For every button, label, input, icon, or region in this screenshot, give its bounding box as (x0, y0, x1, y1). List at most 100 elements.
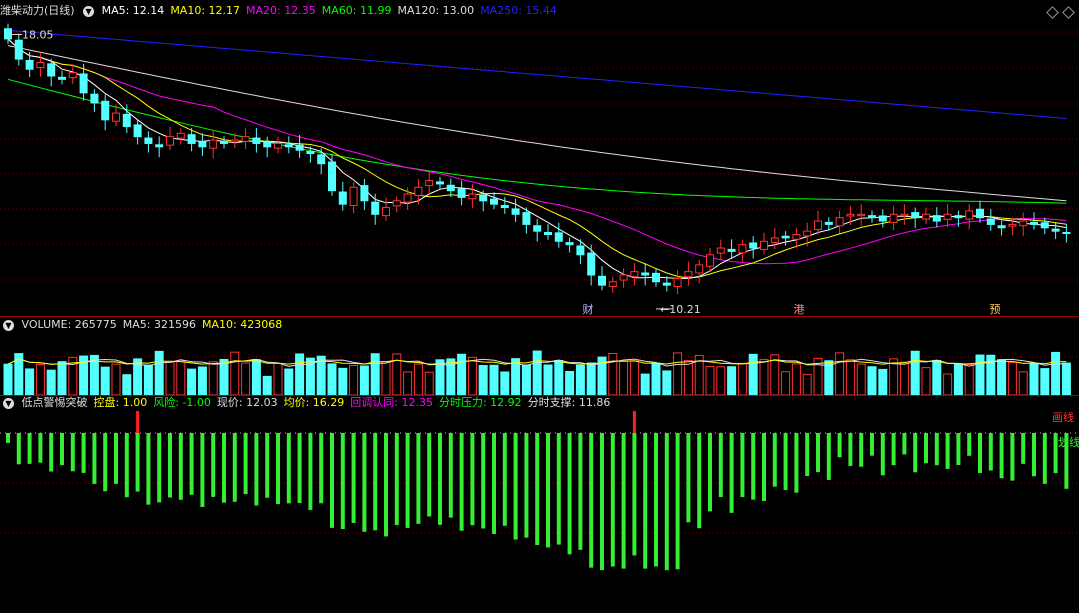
candle-body-40 (436, 181, 444, 185)
volume-bar-61 (662, 370, 672, 395)
indicator-bar-66 (718, 433, 723, 498)
indicator-bar-5 (60, 433, 64, 466)
volume-bar-80 (867, 366, 877, 395)
candle-body-44 (479, 194, 488, 202)
volume-bar-77 (835, 352, 845, 395)
candle-body-61 (662, 282, 671, 286)
volume-bar-84 (910, 350, 920, 395)
volume-bar-92 (997, 359, 1007, 395)
indicator-bar-38 (416, 433, 421, 524)
indicator-label-7: 分时支撑: 11.86 (527, 396, 611, 409)
volume-label-0: VOLUME: 265775 (21, 318, 117, 331)
indicator-label-2: 风险: -1.00 (153, 396, 211, 409)
indicator-bar-2 (27, 433, 32, 464)
indicator-bar-72 (783, 433, 788, 491)
high-label: 18.05 (22, 28, 54, 41)
indicator-label-6: 分时压力: 12.92 (438, 396, 522, 409)
volume-bar-95 (1029, 362, 1039, 395)
volume-collapse-icon[interactable]: ▼ (3, 319, 14, 331)
candle-body-77 (835, 217, 844, 227)
volume-chart[interactable] (0, 333, 1079, 395)
volume-bar-69 (748, 353, 758, 395)
volume-bar-63 (683, 360, 693, 395)
candle-body-69 (749, 242, 758, 249)
indicator-bar-16 (178, 433, 183, 500)
indicator-chart[interactable]: 画线划线 (0, 411, 1079, 611)
volume-bar-37 (403, 371, 413, 395)
candle-body-48 (522, 212, 531, 225)
volume-bar-38 (413, 363, 423, 395)
indicator-bar-60 (654, 433, 658, 567)
indicator-bar-19 (211, 433, 216, 497)
candle-body-75 (814, 220, 822, 230)
indicator-bar-92 (999, 433, 1004, 479)
indicator-bar-43 (470, 433, 475, 526)
volume-bar-16 (176, 360, 186, 395)
indicator-bar-20 (222, 433, 226, 503)
indicator-bar-79 (859, 433, 864, 467)
candle-body-21 (230, 139, 239, 143)
volume-bar-74 (802, 373, 812, 395)
volume-bar-15 (165, 361, 175, 395)
volume-bar-4 (46, 369, 56, 395)
volume-bar-78 (845, 359, 855, 395)
indicator-label-5: 回调认同: 12.35 (350, 396, 433, 409)
volume-bar-70 (759, 358, 769, 395)
indicator-bar-61 (664, 433, 669, 571)
indicator-bar-71 (772, 433, 777, 487)
volume-bar-60 (651, 362, 661, 395)
candle-body-71 (770, 237, 779, 244)
indicator-bar-82 (891, 433, 896, 466)
candle-body-65 (706, 254, 714, 267)
volume-bar-21 (230, 351, 240, 395)
volume-bar-13 (143, 364, 153, 395)
candle-body-39 (425, 180, 434, 187)
candle-body-83 (900, 213, 909, 217)
candle-body-37 (403, 193, 412, 203)
volume-bar-46 (500, 371, 510, 395)
indicator-collapse-icon[interactable]: ▼ (3, 397, 14, 409)
event-mark-1: 港 (794, 303, 805, 316)
collapse-icon[interactable]: ▼ (83, 5, 95, 17)
candle-body-90 (976, 208, 984, 219)
candle-body-16 (176, 132, 185, 139)
volume-bar-32 (349, 364, 359, 395)
expand-diamond-icon-2[interactable] (1062, 6, 1075, 19)
indicator-bar-10 (114, 433, 118, 484)
indicator-bar-76 (826, 433, 831, 480)
candle-body-82 (889, 213, 898, 223)
volume-bar-27 (295, 353, 305, 395)
candle-body-13 (144, 137, 153, 144)
indicator-bar-89 (967, 433, 972, 456)
ma250-line (7, 29, 1067, 119)
candle-body-62 (673, 277, 682, 287)
candle-body-67 (727, 248, 736, 252)
volume-bar-24 (262, 375, 272, 395)
indicator-bar-63 (686, 433, 691, 523)
ma-label-5: MA250: 15.44 (480, 4, 557, 17)
ma-label-4: MA120: 13.00 (397, 4, 475, 17)
candle-body-43 (468, 193, 477, 200)
volume-bar-66 (716, 366, 726, 395)
expand-diamond-icon[interactable] (1046, 6, 1059, 19)
indicator-bar-93 (1010, 433, 1015, 481)
volume-bar-88 (953, 363, 963, 395)
price-chart[interactable]: 18.05 ←10.21 财 港 预 (0, 18, 1079, 316)
candle-body-22 (241, 136, 250, 142)
volume-bar-50 (543, 364, 553, 395)
volume-bar-33 (359, 365, 369, 395)
candle-body-4 (47, 63, 56, 77)
candle-body-10 (112, 112, 120, 122)
indicator-bar-50 (546, 433, 550, 548)
candle-body-86 (932, 215, 941, 222)
candle-body-64 (695, 264, 704, 274)
indicator-bar-36 (394, 433, 399, 526)
indicator-bar-96 (1042, 433, 1047, 484)
volume-bar-72 (781, 371, 791, 395)
volume-bar-58 (629, 360, 639, 395)
candle-body-0 (4, 28, 12, 40)
candle-body-38 (414, 186, 423, 196)
volume-bar-68 (737, 362, 747, 395)
indicator-bar-54 (589, 433, 594, 568)
volume-bar-14 (154, 350, 164, 395)
